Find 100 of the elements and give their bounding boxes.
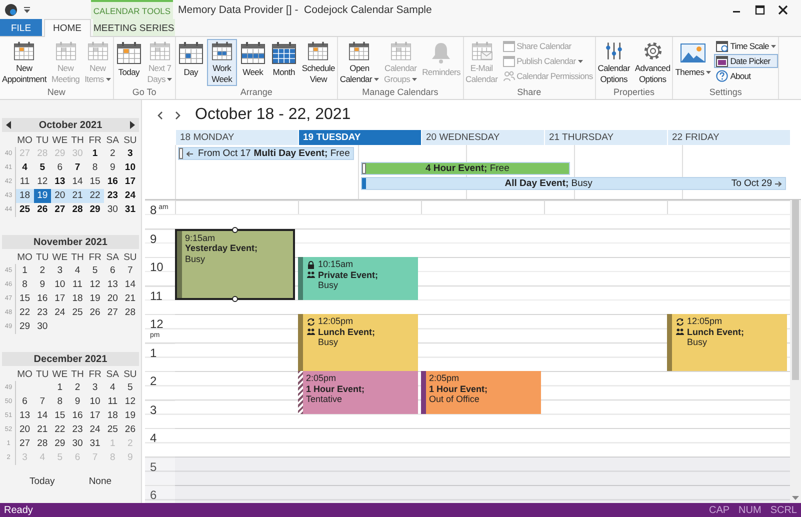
day-cell[interactable]: 22 [86, 189, 104, 203]
day-cell[interactable]: 14 [68, 175, 86, 189]
day-cell[interactable]: 16 [68, 409, 86, 423]
ribbon-button[interactable]: Date Picker [714, 54, 778, 68]
resize-handle[interactable] [232, 296, 238, 302]
day-cell[interactable]: 17 [51, 292, 69, 306]
day-cell[interactable]: 14 [121, 278, 139, 292]
event-bar[interactable]: All Day Event; Busy To Oct 29 [360, 177, 786, 190]
day-cell[interactable]: 3 [121, 147, 139, 161]
day-cell[interactable]: 27 [104, 306, 122, 320]
day-cell[interactable]: 10 [86, 395, 104, 409]
day-cell[interactable]: 22 [51, 423, 69, 437]
day-cell[interactable]: 26 [121, 423, 139, 437]
day-cell[interactable]: 5 [86, 264, 104, 278]
event-card[interactable]: 2:05pm 1 Hour Event; Tentative [298, 371, 418, 414]
day-cell[interactable]: 3 [51, 264, 69, 278]
day-cell[interactable]: 30 [104, 203, 122, 217]
day-cell[interactable]: 9 [104, 161, 122, 175]
resize-handle[interactable] [232, 226, 238, 232]
day-cell[interactable]: 29 [86, 203, 104, 217]
ribbon-button[interactable]: Schedule View [300, 39, 337, 86]
day-header[interactable]: 18 MONDAY [175, 130, 298, 145]
day-cell[interactable]: 12 [121, 395, 139, 409]
day-cell[interactable]: 2 [68, 381, 86, 395]
day-cell[interactable]: 4 [68, 264, 86, 278]
day-cell[interactable]: 24 [86, 423, 104, 437]
scrollbar-thumb[interactable] [792, 200, 799, 380]
day-cell[interactable]: 28 [121, 306, 139, 320]
event-card[interactable]: 10:15am Private Event; Busy [298, 257, 418, 300]
ribbon-button[interactable]: Today [114, 39, 144, 86]
day-cell[interactable]: 8 [16, 278, 34, 292]
day-cell[interactable]: 17 [121, 175, 139, 189]
day-cell[interactable]: 25 [104, 423, 122, 437]
day-cell[interactable]: 2 [34, 264, 52, 278]
day-cell[interactable]: 1 [16, 264, 34, 278]
day-cell[interactable]: 19 [121, 409, 139, 423]
day-cell[interactable]: 20 [104, 292, 122, 306]
day-cell[interactable]: 23 [68, 423, 86, 437]
day-cell[interactable]: 25 [68, 306, 86, 320]
ribbon-tab[interactable]: HOME [44, 19, 90, 37]
day-cell[interactable]: 25 [16, 203, 34, 217]
day-cell[interactable]: 7 [68, 161, 86, 175]
day-cell[interactable]: 3 [86, 381, 104, 395]
mini-calendar-footer-button[interactable]: Today [23, 475, 61, 488]
event-card[interactable]: 2:05pm 1 Hour Event; Out of Office [421, 371, 541, 414]
day-header[interactable]: 20 WEDNESDAY [421, 130, 544, 145]
day-cell[interactable]: 22 [16, 306, 34, 320]
next-icon[interactable] [130, 121, 135, 129]
dropdown-icon[interactable] [23, 6, 31, 14]
day-cell[interactable]: 9 [68, 395, 86, 409]
day-cell[interactable]: 27 [51, 203, 69, 217]
day-cell[interactable]: 19 [86, 292, 104, 306]
event-card[interactable]: 12:05pm Lunch Event; Busy [298, 314, 418, 371]
day-cell[interactable]: 15 [16, 292, 34, 306]
file-tab[interactable]: FILE [0, 19, 42, 36]
day-cell[interactable]: 15 [51, 409, 69, 423]
day-cell[interactable]: 5 [34, 161, 52, 175]
day-cell[interactable]: 23 [104, 189, 122, 203]
day-cell[interactable]: 11 [16, 175, 34, 189]
day-cell[interactable]: 11 [68, 278, 86, 292]
day-cell[interactable]: 18 [16, 189, 34, 203]
day-cell[interactable]: 24 [51, 306, 69, 320]
day-cell[interactable]: 1 [51, 381, 69, 395]
day-cell[interactable]: 21 [34, 423, 52, 437]
day-cell[interactable]: 28 [68, 203, 86, 217]
close-icon[interactable] [778, 4, 788, 14]
day-cell[interactable]: 13 [16, 409, 34, 423]
ribbon-tab[interactable]: MEETING SERIES [92, 19, 174, 36]
day-cell[interactable]: 16 [104, 175, 122, 189]
ribbon-button[interactable]: Work Week [206, 39, 237, 86]
day-cell[interactable]: 31 [121, 203, 139, 217]
day-cell[interactable]: 23 [34, 306, 52, 320]
day-cell[interactable]: 20 [16, 423, 34, 437]
day-cell[interactable]: 20 [51, 189, 69, 203]
day-cell[interactable]: 15 [86, 175, 104, 189]
previous-icon[interactable] [157, 110, 163, 120]
ribbon-button[interactable]: Day [176, 39, 206, 86]
ribbon-button[interactable]: Themes [673, 39, 714, 86]
ribbon-button[interactable]: Month [268, 39, 299, 86]
next-icon[interactable] [175, 110, 181, 120]
day-cell[interactable]: 6 [104, 264, 122, 278]
day-cell[interactable]: 6 [51, 161, 69, 175]
day-header[interactable]: 21 THURSDAY [544, 130, 667, 145]
event-bar[interactable]: From Oct 17 Multi Day Event; Free [178, 147, 354, 160]
maximize-icon[interactable] [755, 4, 765, 14]
day-cell[interactable]: 12 [86, 278, 104, 292]
event-bar[interactable]: 4 Hour Event; Free [360, 162, 570, 175]
day-cell[interactable]: 13 [51, 175, 69, 189]
day-cell[interactable]: 10 [51, 278, 69, 292]
day-cell[interactable]: 18 [68, 292, 86, 306]
day-cell[interactable]: 13 [104, 278, 122, 292]
day-cell[interactable]: 17 [86, 409, 104, 423]
day-cell[interactable]: 24 [121, 189, 139, 203]
day-cell[interactable]: 30 [34, 320, 52, 334]
scroll-down-icon[interactable] [792, 496, 799, 500]
day-cell[interactable]: 26 [86, 306, 104, 320]
day-cell[interactable]: 7 [34, 395, 52, 409]
app-icon[interactable] [4, 2, 18, 16]
ribbon-button[interactable]: About [714, 69, 778, 83]
day-cell[interactable]: 30 [68, 437, 86, 451]
